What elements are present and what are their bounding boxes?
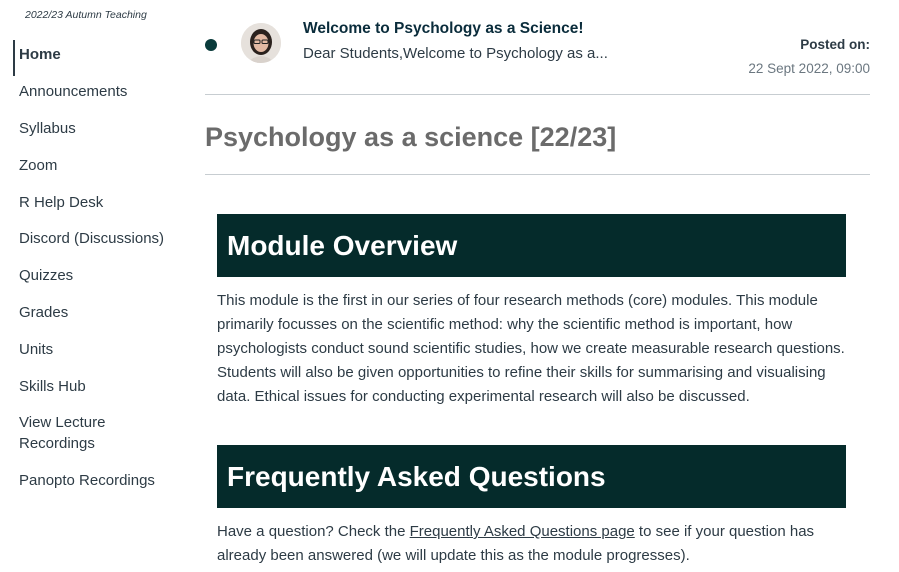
faq-text-before: Have a question? Check the — [217, 523, 410, 540]
faq-heading: Frequently Asked Questions — [217, 445, 846, 508]
nav-item-view-lecture-recordings[interactable]: View Lecture Recordings — [0, 412, 125, 454]
module-overview-text: This module is the first in our series o… — [217, 292, 845, 405]
faq-page-link[interactable]: Frequently Asked Questions page — [410, 523, 635, 540]
nav-item-syllabus[interactable]: Syllabus — [0, 118, 190, 139]
announcement-item[interactable]: Welcome to Psychology as a Science! Dear… — [205, 0, 870, 95]
nav-item-panopto-recordings[interactable]: Panopto Recordings — [0, 470, 190, 491]
nav-item-zoom[interactable]: Zoom — [0, 155, 190, 176]
nav-item-announcements[interactable]: Announcements — [0, 81, 190, 102]
posted-date: 22 Sept 2022, 09:00 — [748, 61, 870, 76]
posted-on-label: Posted on: — [800, 37, 870, 52]
module-overview-heading: Module Overview — [217, 214, 846, 277]
nav-item-discord[interactable]: Discord (Discussions) — [0, 228, 190, 249]
nav-item-quizzes[interactable]: Quizzes — [0, 265, 190, 286]
course-nav-sidebar: 2022/23 Autumn Teaching Home Announcemen… — [0, 0, 190, 572]
nav-item-home[interactable]: Home — [0, 40, 190, 76]
announcement-title[interactable]: Welcome to Psychology as a Science! — [303, 20, 584, 38]
announcement-snippet: Dear Students,Welcome to Psychology as a… — [303, 45, 608, 62]
title-divider — [205, 174, 870, 175]
avatar-portrait-icon — [241, 23, 281, 63]
nav-item-r-help-desk[interactable]: R Help Desk — [0, 192, 190, 213]
unread-indicator-dot — [205, 39, 217, 51]
nav-item-units[interactable]: Units — [0, 339, 190, 360]
avatar — [241, 23, 281, 63]
nav-item-grades[interactable]: Grades — [0, 302, 190, 323]
nav-item-skills-hub[interactable]: Skills Hub — [0, 376, 190, 397]
page-title: Psychology as a science [22/23] — [205, 122, 617, 152]
faq-text: Have a question? Check the Frequently As… — [217, 520, 846, 568]
term-label: 2022/23 Autumn Teaching — [25, 9, 147, 21]
